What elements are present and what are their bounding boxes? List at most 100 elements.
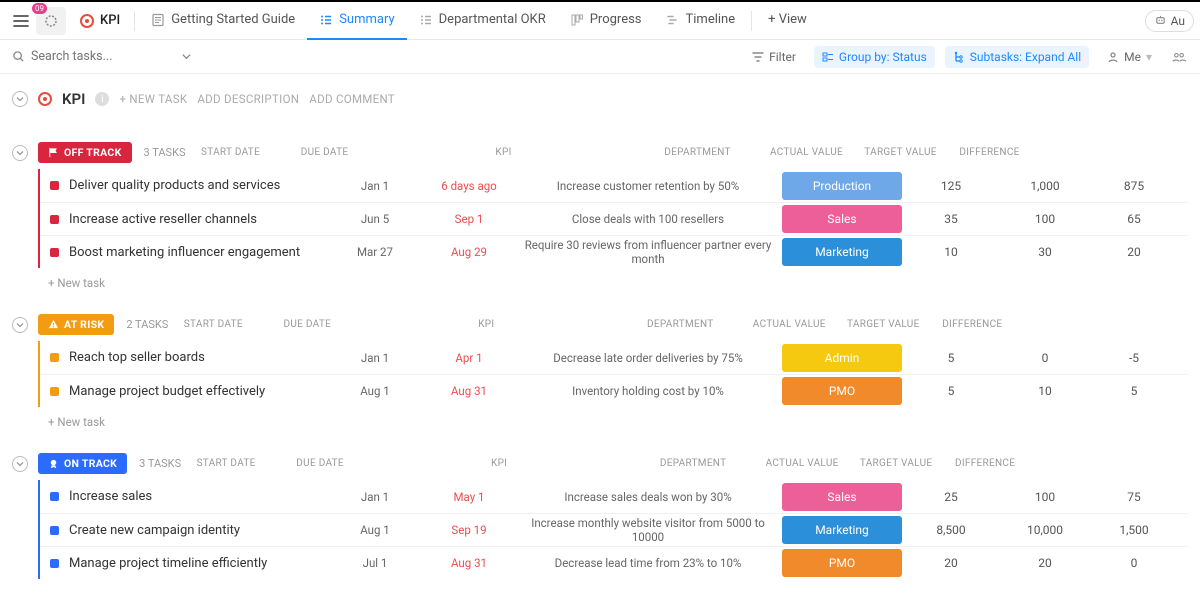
difference-value[interactable]: 20 — [1094, 245, 1174, 259]
actual-value[interactable]: 125 — [906, 179, 996, 193]
target-value[interactable]: 100 — [1000, 212, 1090, 226]
group-collapse-icon[interactable] — [12, 317, 28, 333]
difference-value[interactable]: 0 — [1094, 556, 1174, 570]
difference-value[interactable]: -5 — [1094, 351, 1174, 365]
actual-value[interactable]: 5 — [906, 351, 996, 365]
start-date[interactable]: Jan 1 — [330, 179, 420, 193]
status-square-icon[interactable] — [50, 559, 59, 568]
new-task-button[interactable]: + NEW TASK — [119, 92, 187, 106]
target-value[interactable]: 100 — [1000, 490, 1090, 504]
target-value[interactable]: 30 — [1000, 245, 1090, 259]
department-pill[interactable]: PMO — [782, 549, 902, 577]
target-value[interactable]: 0 — [1000, 351, 1090, 365]
status-pill[interactable]: OFF TRACK — [38, 142, 132, 163]
groupby-button[interactable]: Group by: Status — [814, 46, 935, 68]
actual-value[interactable]: 25 — [906, 490, 996, 504]
list-title[interactable]: KPI — [70, 13, 130, 28]
status-square-icon[interactable] — [50, 248, 59, 257]
search-input-wrap[interactable] — [12, 49, 192, 64]
actual-value[interactable]: 20 — [906, 556, 996, 570]
kpi-text[interactable]: Close deals with 100 resellers — [518, 212, 778, 226]
status-square-icon[interactable] — [50, 181, 59, 190]
task-name[interactable]: Manage project timeline efficiently — [69, 556, 267, 571]
add-description-button[interactable]: ADD DESCRIPTION — [197, 92, 299, 106]
task-name[interactable]: Increase sales — [69, 489, 152, 504]
group-collapse-icon[interactable] — [12, 145, 28, 161]
info-icon[interactable]: i — [95, 92, 109, 106]
filter-button[interactable]: Filter — [744, 46, 804, 68]
task-name[interactable]: Deliver quality products and services — [69, 178, 280, 193]
actual-value[interactable]: 8,500 — [906, 523, 996, 537]
start-date[interactable]: Jan 1 — [330, 351, 420, 365]
tab-summary[interactable]: Summary — [307, 2, 406, 40]
due-date[interactable]: 6 days ago — [424, 179, 514, 193]
difference-value[interactable]: 5 — [1094, 384, 1174, 398]
due-date[interactable]: Aug 31 — [424, 384, 514, 398]
menu-icon[interactable] — [6, 12, 36, 30]
department-pill[interactable]: Sales — [782, 483, 902, 511]
target-value[interactable]: 10,000 — [1000, 523, 1090, 537]
collapse-all-icon[interactable] — [12, 91, 28, 107]
due-date[interactable]: Aug 29 — [424, 245, 514, 259]
group-collapse-icon[interactable] — [12, 456, 28, 472]
add-comment-button[interactable]: ADD COMMENT — [309, 92, 395, 106]
task-name[interactable]: Reach top seller boards — [69, 350, 205, 365]
start-date[interactable]: Jan 1 — [330, 490, 420, 504]
table-row[interactable]: Reach top seller boards Jan 1 Apr 1 Decr… — [40, 341, 1188, 374]
me-button[interactable]: Me ▾ — [1099, 46, 1160, 68]
kpi-text[interactable]: Decrease late order deliveries by 75% — [518, 351, 778, 365]
due-date[interactable]: May 1 — [424, 490, 514, 504]
status-square-icon[interactable] — [50, 353, 59, 362]
status-square-icon[interactable] — [50, 387, 59, 396]
start-date[interactable]: Aug 1 — [330, 384, 420, 398]
kpi-text[interactable]: Increase customer retention by 50% — [518, 179, 778, 193]
table-row[interactable]: Deliver quality products and services Ja… — [40, 169, 1188, 202]
target-value[interactable]: 1,000 — [1000, 179, 1090, 193]
task-name[interactable]: Manage project budget effectively — [69, 384, 265, 399]
table-row[interactable]: Manage project budget effectively Aug 1 … — [40, 374, 1188, 407]
kpi-text[interactable]: Require 30 reviews from influencer partn… — [518, 238, 778, 266]
assignee-button[interactable] — [1170, 47, 1188, 67]
task-name[interactable]: Boost marketing influencer engagement — [69, 245, 300, 260]
start-date[interactable]: Aug 1 — [330, 523, 420, 537]
new-task-button[interactable]: + New task — [12, 407, 1188, 429]
target-value[interactable]: 10 — [1000, 384, 1090, 398]
status-square-icon[interactable] — [50, 526, 59, 535]
add-view-button[interactable]: + View — [756, 2, 819, 40]
difference-value[interactable]: 875 — [1094, 179, 1174, 193]
start-date[interactable]: Jul 1 — [330, 556, 420, 570]
start-date[interactable]: Mar 27 — [330, 245, 420, 259]
department-pill[interactable]: Production — [782, 172, 902, 200]
actual-value[interactable]: 5 — [906, 384, 996, 398]
kpi-text[interactable]: Inventory holding cost by 10% — [518, 384, 778, 398]
search-input[interactable] — [31, 49, 151, 64]
start-date[interactable]: Jun 5 — [330, 212, 420, 226]
department-pill[interactable]: Marketing — [782, 516, 902, 544]
kpi-text[interactable]: Increase monthly website visitor from 50… — [518, 516, 778, 544]
actual-value[interactable]: 35 — [906, 212, 996, 226]
table-row[interactable]: Increase sales Jan 1 May 1 Increase sale… — [40, 480, 1188, 513]
department-pill[interactable]: PMO — [782, 377, 902, 405]
tab-departmental[interactable]: Departmental OKR — [407, 2, 558, 40]
status-pill[interactable]: ON TRACK — [38, 453, 127, 474]
table-row[interactable]: Manage project timeline efficiently Jul … — [40, 546, 1188, 579]
department-pill[interactable]: Sales — [782, 205, 902, 233]
department-pill[interactable]: Marketing — [782, 238, 902, 266]
target-value[interactable]: 20 — [1000, 556, 1090, 570]
due-date[interactable]: Apr 1 — [424, 351, 514, 365]
difference-value[interactable]: 75 — [1094, 490, 1174, 504]
chevron-down-icon[interactable] — [181, 51, 192, 62]
status-square-icon[interactable] — [50, 492, 59, 501]
status-pill[interactable]: AT RISK — [38, 314, 114, 335]
difference-value[interactable]: 1,500 — [1094, 523, 1174, 537]
tab-timeline[interactable]: Timeline — [654, 2, 748, 40]
due-date[interactable]: Sep 1 — [424, 212, 514, 226]
department-pill[interactable]: Admin — [782, 344, 902, 372]
notifications-button[interactable]: 09 — [36, 7, 66, 35]
due-date[interactable]: Aug 31 — [424, 556, 514, 570]
automations-button[interactable]: Au — [1145, 10, 1194, 32]
tab-getting-started[interactable]: Getting Started Guide — [139, 2, 307, 40]
difference-value[interactable]: 65 — [1094, 212, 1174, 226]
table-row[interactable]: Boost marketing influencer engagement Ma… — [40, 235, 1188, 268]
table-row[interactable]: Increase active reseller channels Jun 5 … — [40, 202, 1188, 235]
